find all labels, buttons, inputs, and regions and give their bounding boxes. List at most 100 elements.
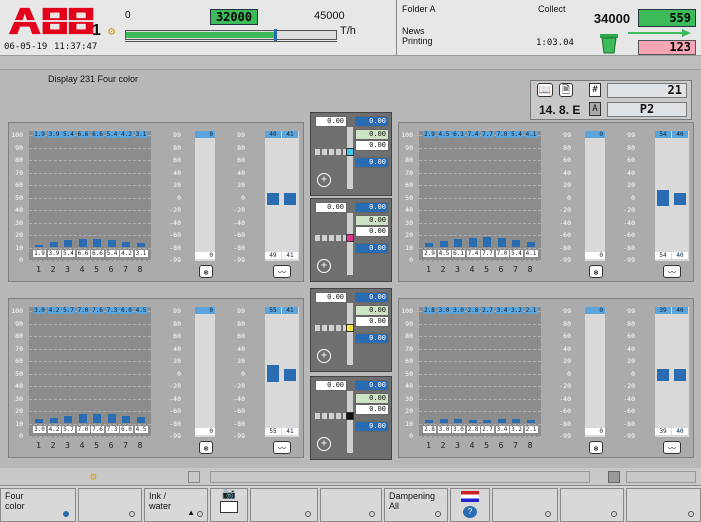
zone-top-value: 3.0 xyxy=(437,307,451,314)
four-color-button[interactable]: Four color xyxy=(0,488,76,522)
scale-tick: 80 xyxy=(405,332,413,340)
pair-bottom-value: 40 xyxy=(672,252,688,259)
time-label: 11:37:47 xyxy=(54,42,98,52)
status-icon-right[interactable] xyxy=(608,471,620,483)
unit-icon[interactable]: ⚙ xyxy=(108,24,115,38)
grid-line xyxy=(419,260,541,261)
axis-vertical xyxy=(347,127,353,189)
zone-bottom-value: 5.7 xyxy=(62,426,75,433)
zone-number: 1 xyxy=(426,265,431,274)
zone-number: 6 xyxy=(108,441,114,450)
function-button-5[interactable] xyxy=(250,488,318,522)
single-bottom-value: 0 xyxy=(585,252,605,259)
value-c: 0.00 xyxy=(355,129,389,140)
pair-bottom-value: 49 xyxy=(265,252,281,259)
color-center-1: 0.00 0.00 0.00 0.00 0.00 + xyxy=(310,198,392,282)
scale-tick: -40 xyxy=(623,218,635,227)
scale-tick: 99 xyxy=(627,307,635,315)
function-button-2[interactable] xyxy=(78,488,142,522)
ink-unit-icon[interactable]: ⊛ xyxy=(589,265,603,278)
color-center-0: 0.00 0.00 0.00 0.00 0.00 + xyxy=(310,112,392,196)
zone-bottom-value: 6.6 xyxy=(91,250,104,257)
radio-icon xyxy=(129,511,135,517)
zone-number: 4 xyxy=(469,441,475,450)
speed-bar-fill xyxy=(126,32,276,38)
function-button-6[interactable] xyxy=(320,488,382,522)
display-title: Display 231 Four color xyxy=(48,74,139,84)
value-d: 0.00 xyxy=(355,140,389,151)
ink-unit-icon[interactable]: ⊛ xyxy=(199,441,213,454)
zone-bottom-value: 4.5 xyxy=(437,250,451,257)
ink-unit-icon[interactable]: ⊛ xyxy=(589,441,603,454)
water-icon[interactable]: 〰 xyxy=(273,265,291,278)
value-b: 0.00 xyxy=(355,380,389,391)
status-box-1 xyxy=(188,471,200,483)
scale-tick: 40 xyxy=(237,168,245,177)
scale-tick: 100 xyxy=(401,131,413,139)
grid-line xyxy=(419,160,541,161)
scale-tick: 20 xyxy=(627,181,635,189)
pair-bottom-value: 54 xyxy=(655,252,671,259)
water-icon[interactable]: 〰 xyxy=(273,441,291,454)
ink-unit-icon[interactable]: ⊛ xyxy=(199,265,213,278)
ink-water-button[interactable]: Ink / water ▲ xyxy=(144,488,208,522)
scale-tick: 100 xyxy=(401,307,413,315)
scale-tick: 20 xyxy=(173,181,181,189)
zone-bar xyxy=(78,238,87,247)
date-label: 06-05-19 xyxy=(4,42,48,52)
water-icon[interactable]: 〰 xyxy=(663,441,681,454)
book-icon[interactable]: 📖 xyxy=(537,83,553,97)
network-icon xyxy=(220,501,238,513)
scale-tick: 70 xyxy=(15,168,23,177)
scale-tick: 40 xyxy=(15,206,23,214)
page-count: 21 xyxy=(607,83,687,98)
crosshair-icon[interactable]: + xyxy=(317,259,331,273)
value-d: 0.00 xyxy=(355,404,389,415)
grid-line xyxy=(29,210,151,211)
scale-tick: 20 xyxy=(405,407,413,415)
speed-unit: T/h xyxy=(340,25,356,37)
value-b: 0.00 xyxy=(355,292,389,303)
function-button-9[interactable] xyxy=(492,488,558,522)
scale-axis-mid-2: 99 80 60 40 20 0 -20 -40 -60 -80 -99 xyxy=(621,131,641,264)
scale-axis-left: 100 90 80 70 60 50 40 30 20 10 0 xyxy=(9,131,29,264)
camera-button[interactable]: 📷 xyxy=(210,488,248,522)
scale-tick: -60 xyxy=(169,407,181,415)
scale-tick: 40 xyxy=(563,344,571,353)
scale-tick: -20 xyxy=(559,206,571,214)
dampening-all-button[interactable]: Dampening All xyxy=(384,488,448,522)
zone-bar xyxy=(497,418,506,423)
scale-tick: 40 xyxy=(405,382,413,390)
function-button-11[interactable] xyxy=(626,488,701,522)
zone-bottom-value: 2.8 xyxy=(423,426,436,433)
scale-tick: 100 xyxy=(11,131,23,139)
scale-tick: 40 xyxy=(173,168,181,177)
crosshair-icon[interactable]: + xyxy=(317,437,331,451)
zone-number: 3 xyxy=(65,265,70,274)
status-icon[interactable]: ⚙ xyxy=(90,470,97,483)
grid-line xyxy=(29,147,151,149)
language-button[interactable]: ? xyxy=(450,488,490,522)
scale-tick: 30 xyxy=(15,218,23,227)
grid-line xyxy=(419,235,541,236)
scale-tick: 80 xyxy=(237,143,245,152)
water-icon[interactable]: 〰 xyxy=(663,265,681,278)
pair-bottom-value: 55 xyxy=(265,428,281,435)
zone-bottom-value: 2.8 xyxy=(466,426,480,433)
document-icon[interactable]: 🗎 xyxy=(559,83,573,97)
crosshair-icon[interactable]: + xyxy=(317,349,331,363)
abb-logo xyxy=(8,7,96,35)
zone-number: 7 xyxy=(513,441,518,450)
scale-tick: -80 xyxy=(169,419,181,428)
zone-number: 6 xyxy=(498,441,504,450)
scale-tick: 99 xyxy=(237,307,245,315)
crosshair-icon[interactable]: + xyxy=(317,173,331,187)
scale-tick: 60 xyxy=(237,332,245,340)
grid-line xyxy=(29,197,151,199)
pair-top-value: 41 xyxy=(282,307,298,314)
zone-bottom-value: 3.0 xyxy=(437,426,451,433)
grid-line xyxy=(29,260,151,261)
zone-number: 1 xyxy=(36,265,41,274)
waste-bin-icon[interactable] xyxy=(598,30,620,54)
function-button-10[interactable] xyxy=(560,488,624,522)
